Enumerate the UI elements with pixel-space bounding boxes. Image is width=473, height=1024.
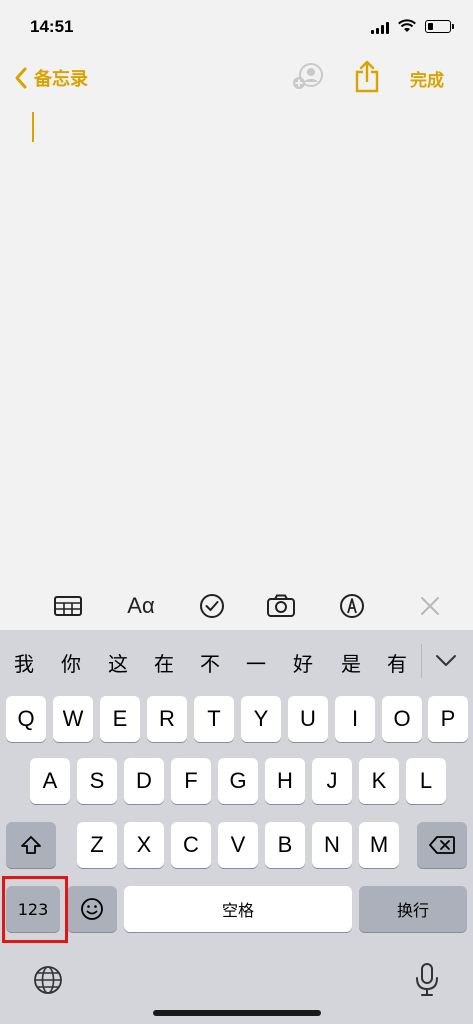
candidate-word[interactable]: 有 <box>379 648 415 677</box>
key-r[interactable]: R <box>147 696 187 742</box>
nav-bar: 备忘录 完成 <box>0 56 473 100</box>
key-j[interactable]: J <box>312 758 352 804</box>
microphone-icon[interactable] <box>414 962 440 998</box>
status-bar: 14:51 <box>0 0 473 56</box>
key-t[interactable]: T <box>194 696 234 742</box>
key-c[interactable]: C <box>171 822 211 868</box>
text-style-button[interactable]: Aα <box>125 592 157 620</box>
chevron-left-icon <box>15 67 27 89</box>
return-key[interactable]: 换行 <box>359 886 467 932</box>
backspace-icon <box>429 836 455 854</box>
cellular-signal-icon <box>371 22 391 34</box>
table-icon[interactable] <box>52 592 84 620</box>
back-button[interactable]: 备忘录 <box>12 64 88 92</box>
key-u[interactable]: U <box>288 696 328 742</box>
text-style-label: Aα <box>127 593 155 618</box>
key-y[interactable]: Y <box>241 696 281 742</box>
key-k[interactable]: K <box>359 758 399 804</box>
camera-icon[interactable] <box>265 592 297 620</box>
candidate-word[interactable]: 在 <box>146 648 182 677</box>
chevron-down-icon[interactable] <box>434 650 458 670</box>
candidate-word[interactable]: 一 <box>238 648 274 677</box>
key-x[interactable]: X <box>124 822 164 868</box>
key-w[interactable]: W <box>53 696 93 742</box>
candidate-word[interactable]: 是 <box>333 648 369 677</box>
key-z[interactable]: Z <box>77 822 117 868</box>
emoji-key[interactable] <box>67 886 117 932</box>
key-s[interactable]: S <box>77 758 117 804</box>
key-i[interactable]: I <box>335 696 375 742</box>
key-h[interactable]: H <box>265 758 305 804</box>
format-toolbar: Aα <box>0 584 473 630</box>
key-o[interactable]: O <box>382 696 422 742</box>
done-button[interactable]: 完成 <box>410 66 444 91</box>
note-editor[interactable] <box>0 100 473 580</box>
key-n[interactable]: N <box>312 822 352 868</box>
key-b[interactable]: B <box>265 822 305 868</box>
candidate-bar: 我 你 这 在 不 一 好 是 有 <box>0 630 473 692</box>
candidate-word[interactable]: 好 <box>285 648 321 677</box>
candidate-word[interactable]: 我 <box>6 648 42 677</box>
emoji-icon <box>81 898 103 920</box>
key-l[interactable]: L <box>406 758 446 804</box>
globe-icon[interactable] <box>32 964 64 996</box>
wifi-icon <box>398 19 416 32</box>
key-e[interactable]: E <box>100 696 140 742</box>
key-a[interactable]: A <box>30 758 70 804</box>
highlight-box <box>2 876 68 943</box>
checklist-icon[interactable] <box>196 592 228 620</box>
key-q[interactable]: Q <box>6 696 46 742</box>
add-collaborator-icon[interactable] <box>291 62 325 92</box>
home-indicator <box>153 1010 321 1016</box>
status-time: 14:51 <box>30 17 74 36</box>
key-m[interactable]: M <box>359 822 399 868</box>
candidate-word[interactable]: 你 <box>53 648 89 677</box>
text-cursor <box>32 112 34 142</box>
close-icon[interactable] <box>414 592 446 620</box>
key-g[interactable]: G <box>218 758 258 804</box>
candidate-divider <box>421 644 422 678</box>
candidate-word[interactable]: 不 <box>192 648 228 677</box>
back-label: 备忘录 <box>34 69 88 90</box>
backspace-key[interactable] <box>417 822 467 868</box>
shift-key[interactable] <box>6 822 56 868</box>
battery-icon <box>425 20 454 33</box>
key-f[interactable]: F <box>171 758 211 804</box>
markup-pen-icon[interactable] <box>336 592 368 620</box>
share-icon[interactable] <box>354 60 380 94</box>
key-v[interactable]: V <box>218 822 258 868</box>
space-key[interactable]: 空格 <box>124 886 352 932</box>
key-p[interactable]: P <box>428 696 468 742</box>
shift-icon <box>21 836 41 854</box>
candidate-word[interactable]: 这 <box>100 648 136 677</box>
key-d[interactable]: D <box>124 758 164 804</box>
